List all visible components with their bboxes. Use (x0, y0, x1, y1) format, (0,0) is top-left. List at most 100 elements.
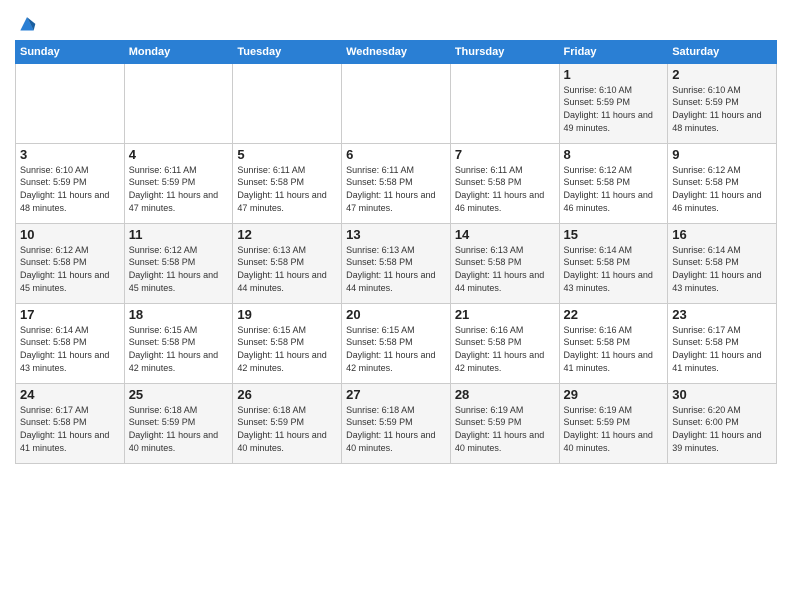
logo-icon (17, 13, 37, 33)
day-info: Sunrise: 6:20 AM Sunset: 6:00 PM Dayligh… (672, 404, 772, 454)
day-info: Sunrise: 6:18 AM Sunset: 5:59 PM Dayligh… (346, 404, 446, 454)
calendar-cell: 9 Sunrise: 6:12 AM Sunset: 5:58 PM Daylig… (668, 143, 777, 223)
calendar-cell: 11Sunrise: 6:12 AM Sunset: 5:58 PM Dayli… (124, 223, 233, 303)
day-info: Sunrise: 6:11 AM Sunset: 5:58 PM Dayligh… (237, 164, 337, 214)
calendar-week-3: 10Sunrise: 6:12 AM Sunset: 5:58 PM Dayli… (16, 223, 777, 303)
day-number: 26 (237, 387, 337, 402)
day-info: Sunrise: 6:15 AM Sunset: 5:58 PM Dayligh… (237, 324, 337, 374)
day-number: 1 (564, 67, 664, 82)
calendar-week-5: 24 Sunrise: 6:17 AM Sunset: 5:58 PM Dayli… (16, 383, 777, 463)
day-info: Sunrise: 6:12 AM Sunset: 5:58 PM Dayligh… (129, 244, 229, 294)
day-number: 4 (129, 147, 229, 162)
day-number: 13 (346, 227, 446, 242)
calendar-cell: 7 Sunrise: 6:11 AM Sunset: 5:58 PM Daylig… (450, 143, 559, 223)
day-info: Sunrise: 6:10 AM Sunset: 5:59 PM Dayligh… (564, 84, 664, 134)
day-info: Sunrise: 6:12 AM Sunset: 5:58 PM Dayligh… (672, 164, 772, 214)
day-info: Sunrise: 6:18 AM Sunset: 5:59 PM Dayligh… (129, 404, 229, 454)
calendar-cell: 15 Sunrise: 6:14 AM Sunset: 5:58 PM Dayli… (559, 223, 668, 303)
header-friday: Friday (559, 40, 668, 63)
day-info: Sunrise: 6:11 AM Sunset: 5:58 PM Dayligh… (346, 164, 446, 214)
calendar-cell: 14 Sunrise: 6:13 AM Sunset: 5:58 PM Dayli… (450, 223, 559, 303)
calendar-cell: 18 Sunrise: 6:15 AM Sunset: 5:58 PM Dayli… (124, 303, 233, 383)
day-info: Sunrise: 6:17 AM Sunset: 5:58 PM Dayligh… (20, 404, 120, 454)
calendar-week-1: 1 Sunrise: 6:10 AM Sunset: 5:59 PM Daylig… (16, 63, 777, 143)
day-number: 22 (564, 307, 664, 322)
calendar-cell: 21 Sunrise: 6:16 AM Sunset: 5:58 PM Dayli… (450, 303, 559, 383)
day-info: Sunrise: 6:15 AM Sunset: 5:58 PM Dayligh… (346, 324, 446, 374)
day-info: Sunrise: 6:14 AM Sunset: 5:58 PM Dayligh… (20, 324, 120, 374)
day-number: 29 (564, 387, 664, 402)
header-thursday: Thursday (450, 40, 559, 63)
calendar-cell: 13 Sunrise: 6:13 AM Sunset: 5:58 PM Dayli… (342, 223, 451, 303)
calendar-cell: 30Sunrise: 6:20 AM Sunset: 6:00 PM Dayli… (668, 383, 777, 463)
calendar-week-4: 17 Sunrise: 6:14 AM Sunset: 5:58 PM Dayli… (16, 303, 777, 383)
day-info: Sunrise: 6:13 AM Sunset: 5:58 PM Dayligh… (455, 244, 555, 294)
day-number: 18 (129, 307, 229, 322)
header-sunday: Sunday (16, 40, 125, 63)
calendar-cell (342, 63, 451, 143)
day-info: Sunrise: 6:19 AM Sunset: 5:59 PM Dayligh… (564, 404, 664, 454)
day-info: Sunrise: 6:18 AM Sunset: 5:59 PM Dayligh… (237, 404, 337, 454)
calendar-week-2: 3 Sunrise: 6:10 AM Sunset: 5:59 PM Daylig… (16, 143, 777, 223)
calendar-cell: 1 Sunrise: 6:10 AM Sunset: 5:59 PM Daylig… (559, 63, 668, 143)
calendar-cell: 8 Sunrise: 6:12 AM Sunset: 5:58 PM Daylig… (559, 143, 668, 223)
day-info: Sunrise: 6:11 AM Sunset: 5:58 PM Dayligh… (455, 164, 555, 214)
day-info: Sunrise: 6:19 AM Sunset: 5:59 PM Dayligh… (455, 404, 555, 454)
calendar-cell: 17 Sunrise: 6:14 AM Sunset: 5:58 PM Dayli… (16, 303, 125, 383)
calendar-cell: 16Sunrise: 6:14 AM Sunset: 5:58 PM Dayli… (668, 223, 777, 303)
main-container: SundayMondayTuesdayWednesdayThursdayFrid… (0, 0, 792, 469)
day-number: 20 (346, 307, 446, 322)
day-number: 3 (20, 147, 120, 162)
day-info: Sunrise: 6:16 AM Sunset: 5:58 PM Dayligh… (455, 324, 555, 374)
calendar-cell (124, 63, 233, 143)
day-info: Sunrise: 6:12 AM Sunset: 5:58 PM Dayligh… (20, 244, 120, 294)
calendar-cell: 12Sunrise: 6:13 AM Sunset: 5:58 PM Dayli… (233, 223, 342, 303)
calendar-table: SundayMondayTuesdayWednesdayThursdayFrid… (15, 40, 777, 464)
calendar-cell: 23Sunrise: 6:17 AM Sunset: 5:58 PM Dayli… (668, 303, 777, 383)
day-info: Sunrise: 6:12 AM Sunset: 5:58 PM Dayligh… (564, 164, 664, 214)
calendar-cell: 4 Sunrise: 6:11 AM Sunset: 5:59 PM Daylig… (124, 143, 233, 223)
day-info: Sunrise: 6:15 AM Sunset: 5:58 PM Dayligh… (129, 324, 229, 374)
header-wednesday: Wednesday (342, 40, 451, 63)
day-number: 14 (455, 227, 555, 242)
day-info: Sunrise: 6:11 AM Sunset: 5:59 PM Dayligh… (129, 164, 229, 214)
day-number: 27 (346, 387, 446, 402)
day-number: 17 (20, 307, 120, 322)
day-number: 16 (672, 227, 772, 242)
calendar-cell: 2 Sunrise: 6:10 AM Sunset: 5:59 PM Daylig… (668, 63, 777, 143)
day-info: Sunrise: 6:13 AM Sunset: 5:58 PM Dayligh… (237, 244, 337, 294)
day-number: 28 (455, 387, 555, 402)
calendar-cell (233, 63, 342, 143)
day-number: 9 (672, 147, 772, 162)
day-info: Sunrise: 6:13 AM Sunset: 5:58 PM Dayligh… (346, 244, 446, 294)
calendar-cell (450, 63, 559, 143)
day-number: 21 (455, 307, 555, 322)
day-number: 5 (237, 147, 337, 162)
day-number: 7 (455, 147, 555, 162)
calendar-header-row: SundayMondayTuesdayWednesdayThursdayFrid… (16, 40, 777, 63)
header-saturday: Saturday (668, 40, 777, 63)
header-monday: Monday (124, 40, 233, 63)
day-number: 8 (564, 147, 664, 162)
calendar-cell: 25 Sunrise: 6:18 AM Sunset: 5:59 PM Dayli… (124, 383, 233, 463)
day-number: 15 (564, 227, 664, 242)
day-number: 24 (20, 387, 120, 402)
logo-text (15, 14, 37, 34)
day-info: Sunrise: 6:10 AM Sunset: 5:59 PM Dayligh… (672, 84, 772, 134)
day-number: 2 (672, 67, 772, 82)
header (15, 10, 777, 34)
day-info: Sunrise: 6:14 AM Sunset: 5:58 PM Dayligh… (564, 244, 664, 294)
calendar-cell: 24 Sunrise: 6:17 AM Sunset: 5:58 PM Dayli… (16, 383, 125, 463)
header-tuesday: Tuesday (233, 40, 342, 63)
day-number: 19 (237, 307, 337, 322)
calendar-cell: 29 Sunrise: 6:19 AM Sunset: 5:59 PM Dayli… (559, 383, 668, 463)
calendar-cell: 3 Sunrise: 6:10 AM Sunset: 5:59 PM Daylig… (16, 143, 125, 223)
day-info: Sunrise: 6:16 AM Sunset: 5:58 PM Dayligh… (564, 324, 664, 374)
calendar-cell: 10Sunrise: 6:12 AM Sunset: 5:58 PM Dayli… (16, 223, 125, 303)
logo (15, 14, 37, 34)
calendar-cell: 6Sunrise: 6:11 AM Sunset: 5:58 PM Daylig… (342, 143, 451, 223)
calendar-cell: 22 Sunrise: 6:16 AM Sunset: 5:58 PM Dayli… (559, 303, 668, 383)
day-number: 25 (129, 387, 229, 402)
day-info: Sunrise: 6:10 AM Sunset: 5:59 PM Dayligh… (20, 164, 120, 214)
day-number: 23 (672, 307, 772, 322)
